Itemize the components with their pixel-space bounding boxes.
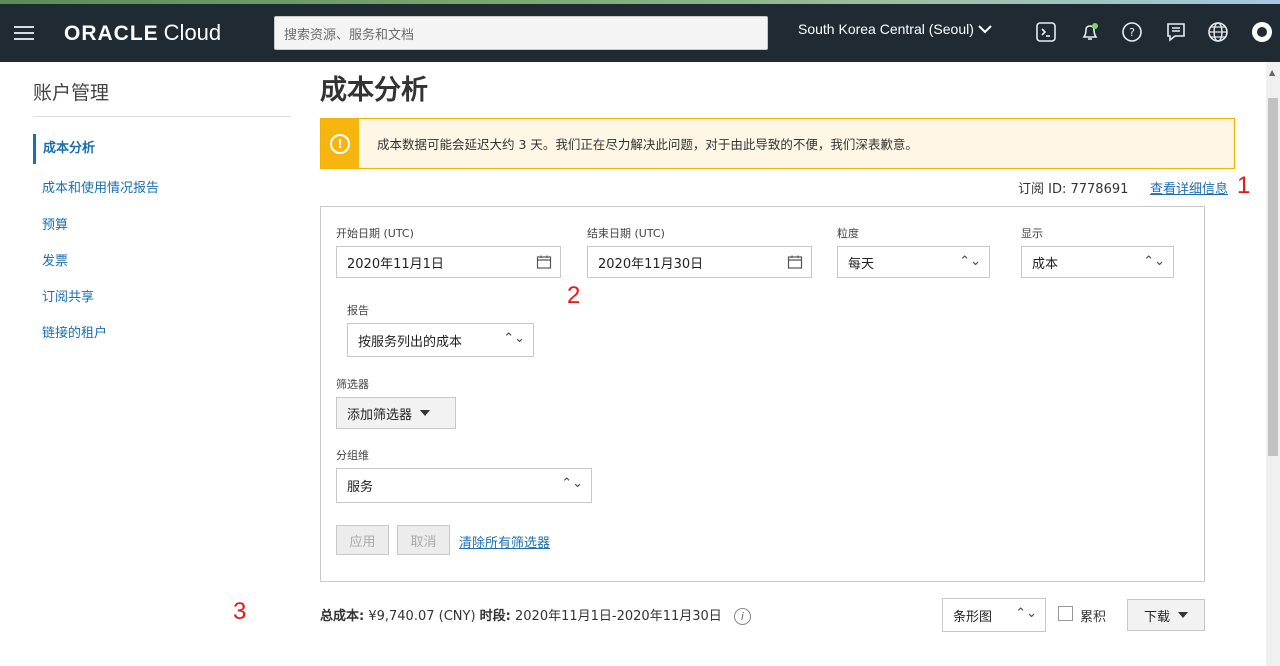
scrollbar-thumb[interactable]: [1268, 98, 1278, 456]
chevron-down-icon: [978, 25, 992, 34]
annotation-marker-2: 2: [567, 282, 581, 309]
sidebar-item-cost-usage-reports[interactable]: 成本和使用情况报告: [33, 177, 159, 196]
total-cost-summary: 总成本: ¥9,740.07 (CNY) 时段: 2020年11月1日-2020…: [320, 605, 751, 625]
annotation-marker-1: 1: [1237, 172, 1251, 199]
display-select[interactable]: 成本 ⌃⌄: [1021, 246, 1174, 278]
logo-brand-text: ORACLE: [64, 22, 159, 45]
cloud-shell-icon[interactable]: [1034, 20, 1058, 44]
clear-filters-link[interactable]: 清除所有筛选器: [459, 532, 550, 551]
sidebar-item-cost-analysis[interactable]: 成本分析: [33, 134, 95, 164]
download-button[interactable]: 下载: [1127, 599, 1205, 631]
help-icon[interactable]: ?: [1120, 20, 1144, 44]
annotation-marker-3: 3: [233, 598, 247, 625]
total-cost-value: ¥9,740.07 (CNY): [368, 609, 476, 624]
cumulative-label: 累积: [1080, 610, 1107, 625]
hamburger-menu-icon[interactable]: [14, 26, 34, 40]
caret-down-icon: [1178, 612, 1188, 618]
end-date-input[interactable]: 2020年11月30日: [587, 246, 812, 278]
subscription-id: 订阅 ID: 7778691: [1018, 182, 1129, 197]
total-cost-label: 总成本:: [320, 609, 365, 624]
calendar-icon[interactable]: [787, 254, 803, 274]
oracle-cloud-logo[interactable]: ORACLE Cloud: [64, 20, 221, 46]
select-arrows-icon: ⌃⌄: [959, 254, 981, 269]
warning-banner: ! 成本数据可能会延迟大约 3 天。我们正在尽力解决此问题，对于由此导致的不便，…: [320, 118, 1235, 169]
display-label: 显示: [1021, 227, 1043, 240]
sidebar: 账户管理 成本分析 成本和使用情况报告 预算 发票 订阅共享 链接的租户: [0, 62, 300, 666]
page-title: 成本分析: [320, 75, 428, 106]
filter-label: 筛选器: [336, 378, 369, 391]
calendar-icon[interactable]: [536, 254, 552, 274]
vertical-scrollbar[interactable]: ▲: [1266, 62, 1280, 666]
group-by-select[interactable]: 服务 ⌃⌄: [336, 468, 592, 503]
cancel-button[interactable]: 取消: [397, 525, 450, 555]
report-select[interactable]: 按服务列出的成本 ⌃⌄: [347, 323, 534, 357]
start-date-value: 2020年11月1日: [347, 256, 444, 272]
cumulative-checkbox[interactable]: [1058, 606, 1073, 621]
apply-button[interactable]: 应用: [336, 525, 389, 555]
warning-message: 成本数据可能会延迟大约 3 天。我们正在尽力解决此问题，对于由此导致的不便，我们…: [377, 137, 918, 152]
download-label: 下载: [1143, 609, 1170, 625]
feedback-chat-icon[interactable]: [1164, 20, 1188, 44]
group-by-label: 分组维: [336, 449, 369, 462]
report-value: 按服务列出的成本: [358, 334, 463, 350]
granularity-value: 每天: [848, 256, 875, 272]
end-date-label: 结束日期 (UTC): [587, 227, 665, 240]
start-date-label: 开始日期 (UTC): [336, 227, 414, 240]
filter-panel: 开始日期 (UTC) 2020年11月1日 结束日期 (UTC) 2020年11…: [320, 206, 1205, 582]
warning-icon: !: [330, 133, 350, 154]
info-icon[interactable]: i: [733, 608, 751, 625]
select-arrows-icon: ⌃⌄: [1143, 254, 1165, 269]
sidebar-divider: [33, 116, 291, 117]
sidebar-title: 账户管理: [33, 82, 110, 104]
sidebar-item-invoices[interactable]: 发票: [33, 250, 68, 269]
chart-type-select[interactable]: 条形图 ⌃⌄: [942, 598, 1046, 632]
user-profile-icon[interactable]: [1250, 20, 1274, 44]
add-filter-label: 添加筛选器: [347, 407, 413, 423]
svg-text:?: ?: [1129, 26, 1135, 39]
view-details-link[interactable]: 查看详细信息: [1150, 178, 1228, 197]
region-label: South Korea Central (Seoul): [798, 21, 974, 37]
language-globe-icon[interactable]: [1206, 20, 1230, 44]
granularity-label: 粒度: [837, 227, 859, 240]
select-arrows-icon: ⌃⌄: [503, 331, 525, 346]
end-date-value: 2020年11月30日: [598, 256, 704, 272]
sidebar-item-budgets[interactable]: 预算: [33, 214, 68, 233]
report-label: 报告: [347, 304, 369, 317]
region-selector[interactable]: South Korea Central (Seoul): [798, 21, 992, 37]
scroll-up-icon[interactable]: ▲: [1269, 68, 1275, 77]
top-navigation-bar: ORACLE Cloud 搜索资源、服务和文档 South Korea Cent…: [0, 4, 1280, 62]
select-arrows-icon: ⌃⌄: [1015, 606, 1037, 621]
group-by-value: 服务: [347, 480, 374, 495]
summary-row: 总成本: ¥9,740.07 (CNY) 时段: 2020年11月1日-2020…: [320, 598, 1205, 632]
start-date-input[interactable]: 2020年11月1日: [336, 246, 561, 278]
sidebar-item-linked-tenancies[interactable]: 链接的租户: [33, 322, 107, 341]
select-arrows-icon: ⌃⌄: [561, 476, 583, 491]
period-value: 2020年11月1日-2020年11月30日: [515, 609, 722, 624]
granularity-select[interactable]: 每天 ⌃⌄: [837, 246, 990, 278]
chart-type-value: 条形图: [953, 609, 993, 625]
add-filter-button[interactable]: 添加筛选器: [336, 397, 456, 429]
warning-strip: !: [321, 119, 359, 168]
search-placeholder: 搜索资源、服务和文档: [284, 27, 415, 43]
logo-product-text: Cloud: [163, 20, 222, 45]
search-input[interactable]: 搜索资源、服务和文档: [274, 16, 768, 50]
notifications-bell-icon[interactable]: [1078, 20, 1102, 44]
sidebar-item-subscription-sharing[interactable]: 订阅共享: [33, 286, 94, 305]
display-value: 成本: [1032, 256, 1059, 272]
caret-down-icon: [420, 410, 431, 416]
period-label: 时段:: [479, 609, 511, 624]
